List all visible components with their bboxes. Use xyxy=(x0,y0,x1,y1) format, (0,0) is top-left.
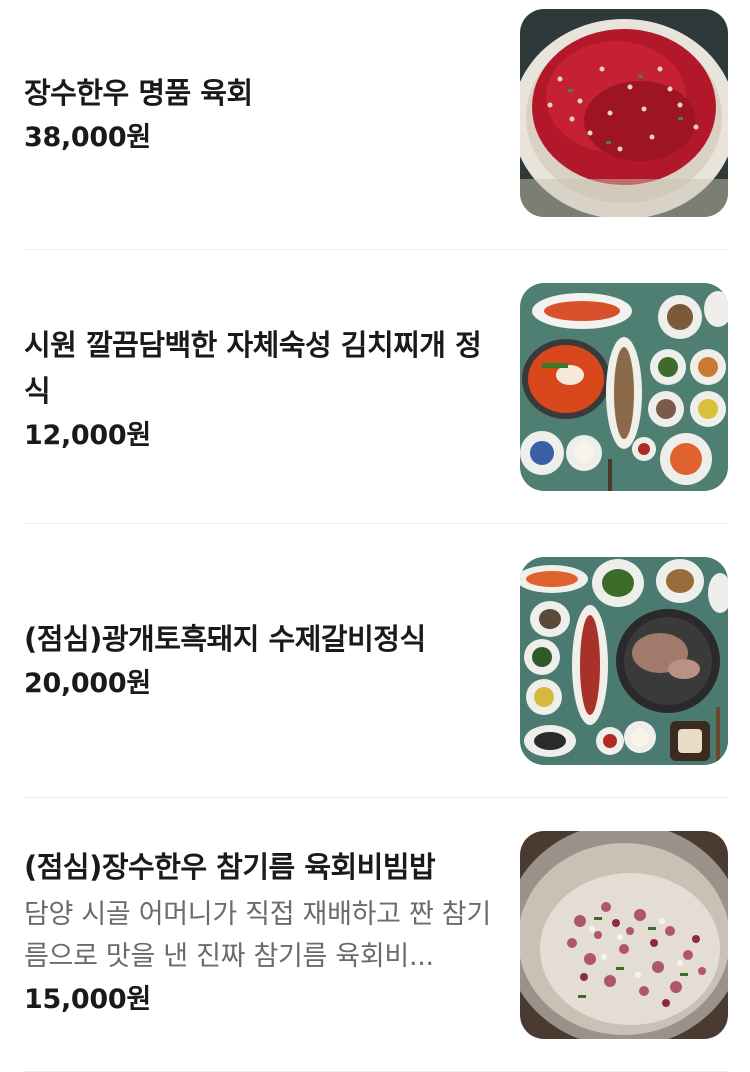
menu-item-price: 38,000원 xyxy=(24,122,151,153)
kimchi-stew-set-photo[interactable] xyxy=(520,283,728,491)
kimchi-stew-set-image xyxy=(520,283,728,491)
menu-item-name: 시원 깔끔담백한 자체숙성 김치찌개 정식 xyxy=(24,328,482,408)
yukhoe-bibimbap-photo[interactable] xyxy=(520,831,728,1039)
menu-item[interactable]: (점심)광개토흑돼지 수제갈비정식 20,000원 xyxy=(24,524,728,798)
menu-list: 장수한우 명품 육회 38,000원 시원 깔끔담백한 자체숙성 김치찌개 정식… xyxy=(0,0,750,1072)
menu-item-text: 장수한우 명품 육회 38,000원 xyxy=(24,70,494,158)
menu-item-name: (점심)광개토흑돼지 수제갈비정식 xyxy=(24,622,426,656)
menu-item-name: (점심)장수한우 참기름 육회비빔밥 xyxy=(24,850,436,884)
menu-item-text: 시원 깔끔담백한 자체숙성 김치찌개 정식 12,000원 xyxy=(24,322,494,456)
black-pork-galbi-set-photo[interactable] xyxy=(520,557,728,765)
black-pork-galbi-set-image xyxy=(520,557,728,765)
menu-item-price: 15,000원 xyxy=(24,984,151,1015)
menu-item[interactable]: 시원 깔끔담백한 자체숙성 김치찌개 정식 12,000원 xyxy=(24,250,728,524)
beef-tartare-photo[interactable] xyxy=(520,9,728,217)
menu-item-text: (점심)장수한우 참기름 육회비빔밥 담양 시골 어머니가 직접 재배하고 짠 … xyxy=(24,844,494,1020)
menu-item-description: 담양 시골 어머니가 직접 재배하고 짠 참기름으로 맛을 낸 진짜 참기름 육… xyxy=(24,899,491,972)
beef-tartare-image xyxy=(520,9,728,217)
menu-item-text: (점심)광개토흑돼지 수제갈비정식 20,000원 xyxy=(24,616,494,704)
menu-item-name: 장수한우 명품 육회 xyxy=(24,76,253,110)
menu-item-price: 12,000원 xyxy=(24,420,151,451)
yukhoe-bibimbap-image xyxy=(520,831,728,1039)
menu-item[interactable]: 장수한우 명품 육회 38,000원 xyxy=(24,0,728,250)
menu-item-price: 20,000원 xyxy=(24,668,151,699)
menu-item[interactable]: (점심)장수한우 참기름 육회비빔밥 담양 시골 어머니가 직접 재배하고 짠 … xyxy=(24,798,728,1072)
